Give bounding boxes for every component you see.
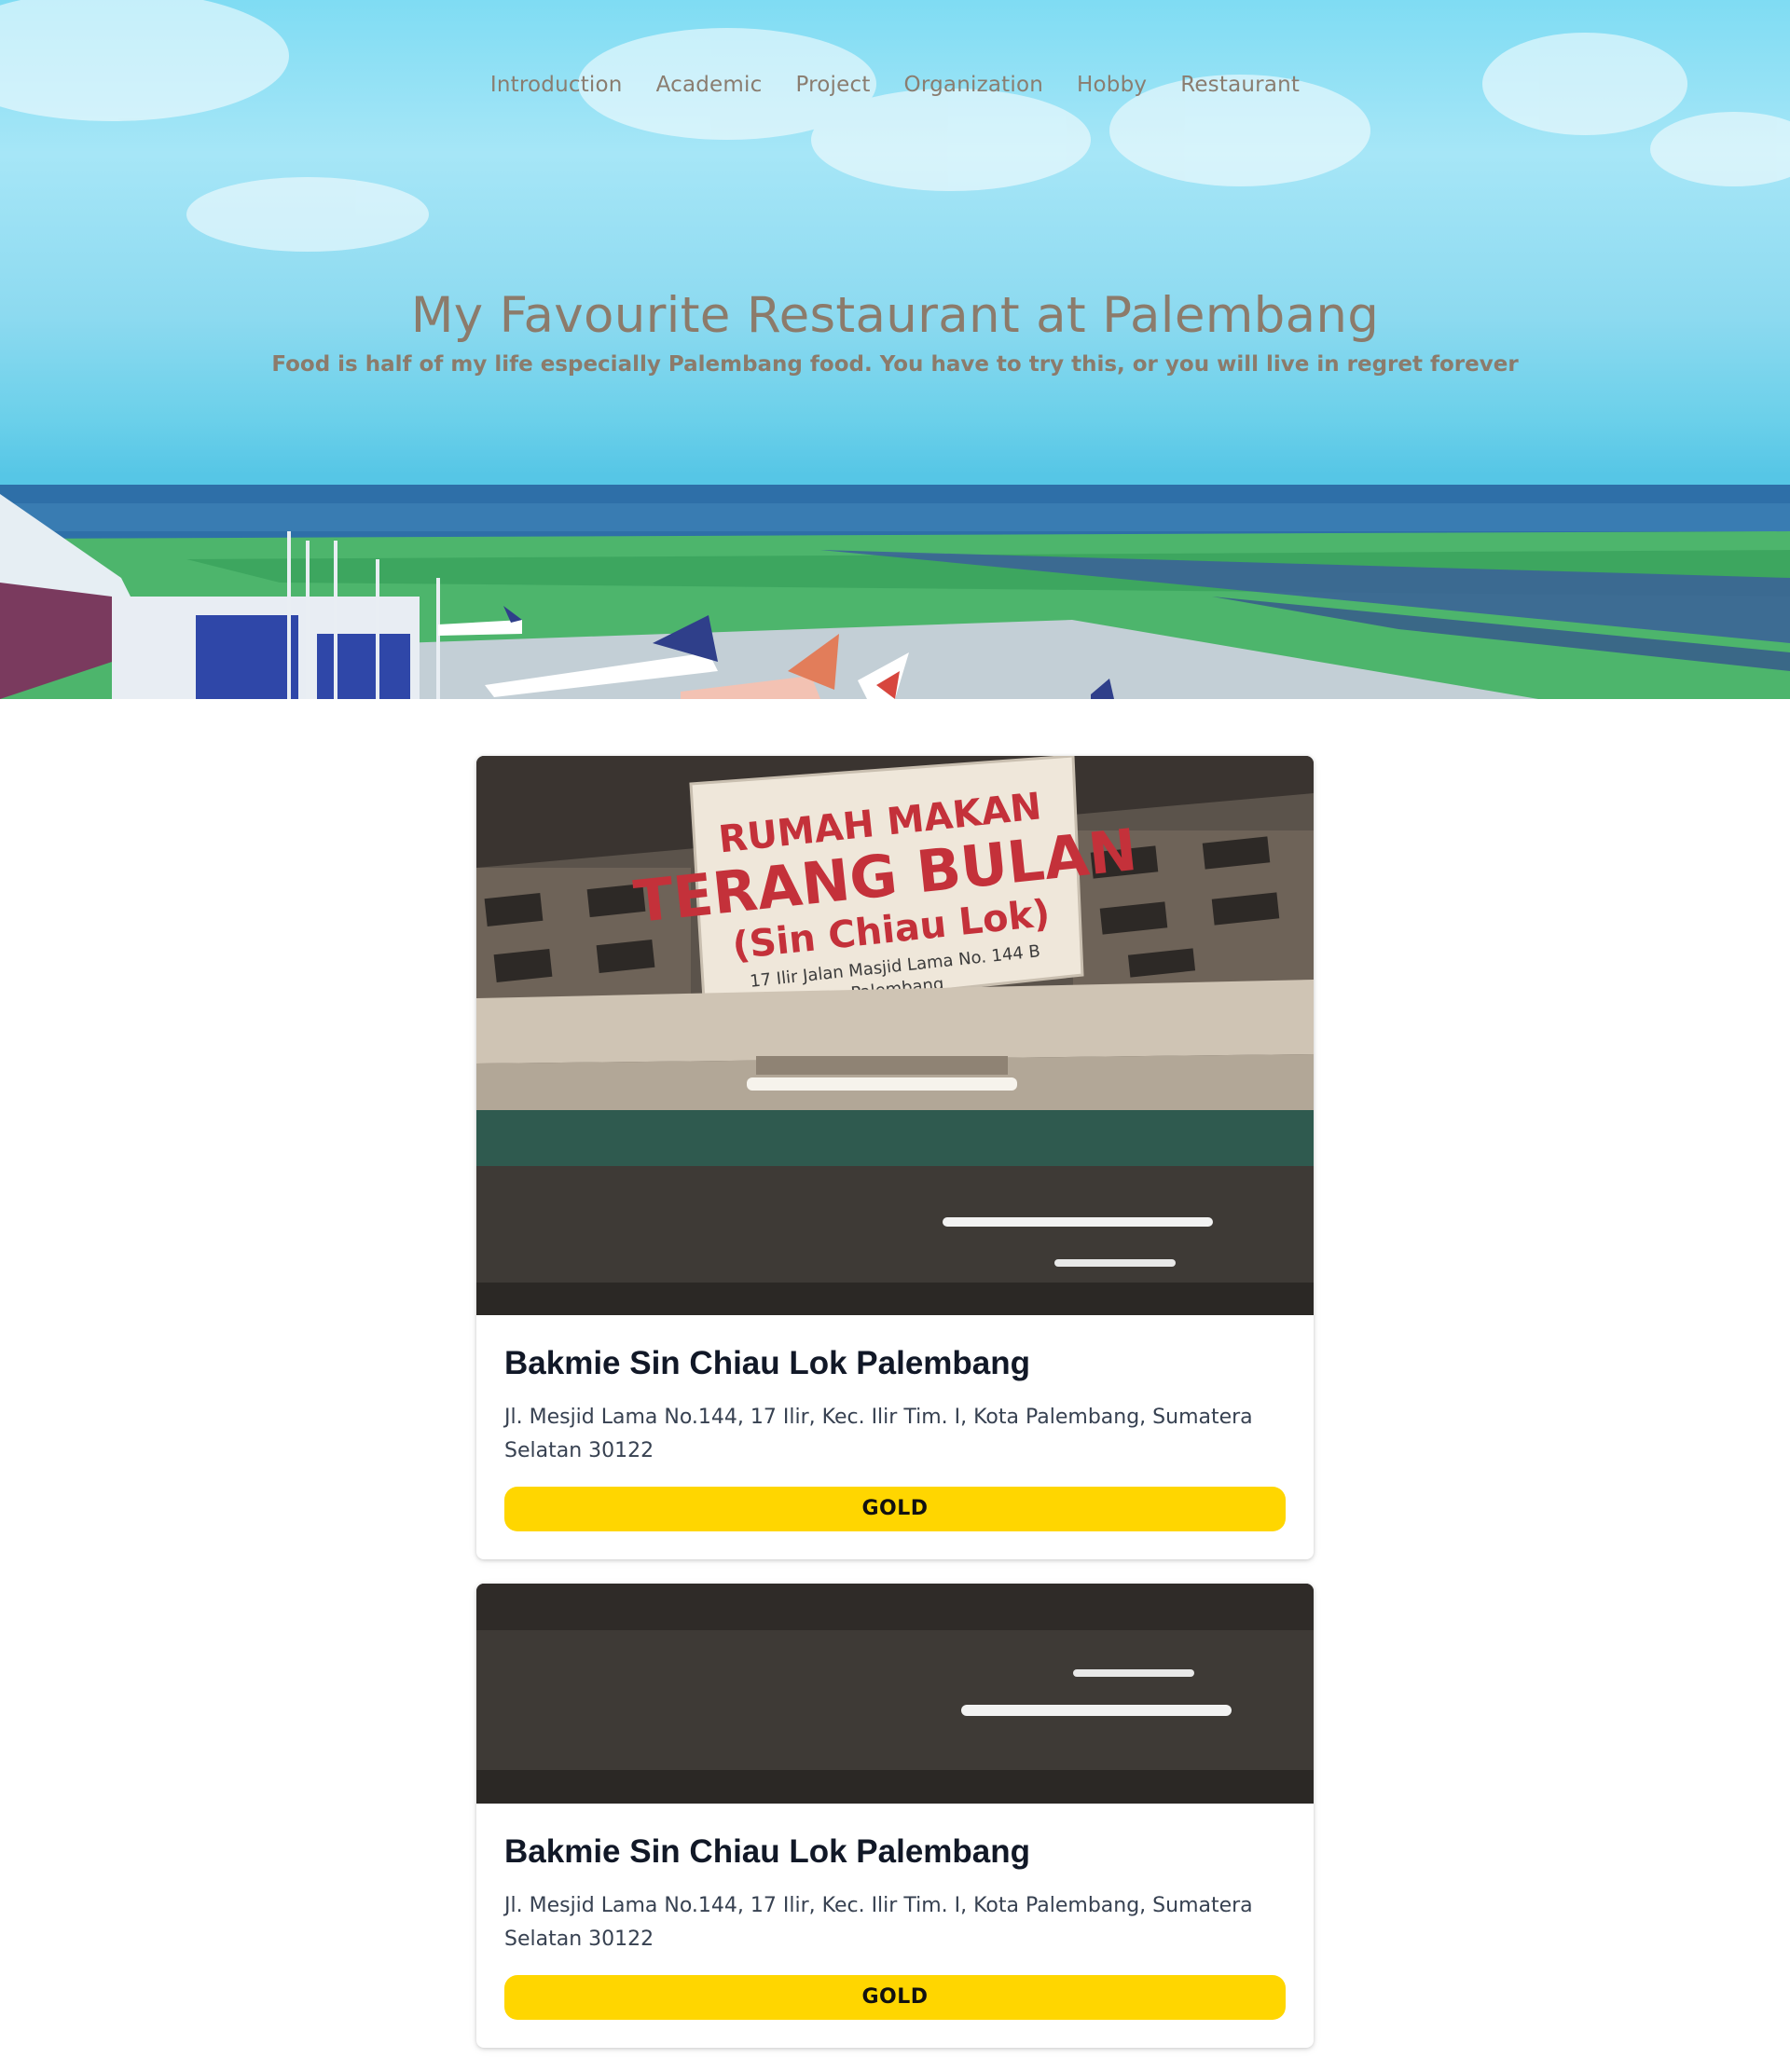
restaurant-address: Jl. Mesjid Lama No.144, 17 Ilir, Kec. Il…	[504, 1406, 1253, 1462]
card-body: Bakmie Sin Chiau Lok Palembang Jl. Mesji…	[476, 1804, 1314, 2048]
restaurant-name[interactable]: Bakmie Sin Chiau Lok Palembang	[504, 1833, 1286, 1871]
nav-project[interactable]: Project	[795, 73, 870, 97]
card-body: Bakmie Sin Chiau Lok Palembang Jl. Mesji…	[476, 1315, 1314, 1559]
restaurant-photo	[476, 1584, 1314, 1804]
hero-banner: Introduction Academic Project Organizati…	[0, 0, 1790, 699]
tier-badge: GOLD	[504, 1487, 1286, 1531]
nav-academic[interactable]: Academic	[656, 73, 763, 97]
nav-organization[interactable]: Organization	[904, 73, 1043, 97]
page-subtitle: Food is half of my life especially Palem…	[271, 352, 1519, 377]
restaurant-card: Bakmie Sin Chiau Lok Palembang Jl. Mesji…	[476, 1584, 1314, 2048]
hero-background-image	[0, 0, 1790, 699]
nav-introduction[interactable]: Introduction	[490, 73, 623, 97]
restaurant-card: RUMAH MAKAN TERANG BULAN (Sin Chiau Lok)…	[476, 756, 1314, 1559]
main-nav: Introduction Academic Project Organizati…	[0, 73, 1790, 97]
nav-hobby[interactable]: Hobby	[1077, 73, 1147, 97]
page-title: My Favourite Restaurant at Palembang	[410, 287, 1380, 344]
restaurant-address: Jl. Mesjid Lama No.144, 17 Ilir, Kec. Il…	[504, 1894, 1253, 1951]
tier-badge: GOLD	[504, 1975, 1286, 2020]
restaurant-photo: RUMAH MAKAN TERANG BULAN (Sin Chiau Lok)…	[476, 756, 1314, 1315]
restaurant-name[interactable]: Bakmie Sin Chiau Lok Palembang	[504, 1345, 1286, 1382]
restaurant-list: RUMAH MAKAN TERANG BULAN (Sin Chiau Lok)…	[476, 756, 1314, 2072]
nav-restaurant[interactable]: Restaurant	[1180, 73, 1300, 97]
